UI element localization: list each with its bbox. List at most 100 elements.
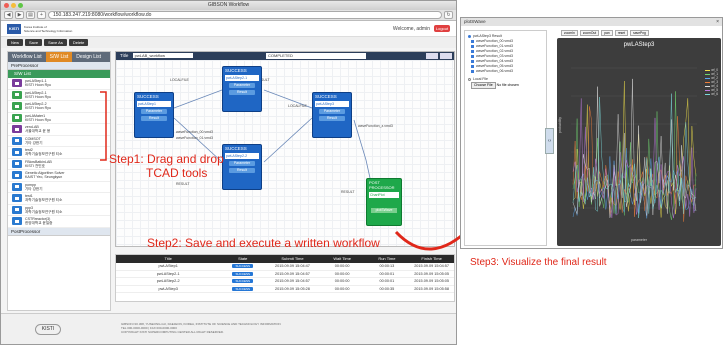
table-row[interactable]: pwLAStep2-2 SUCCESS 2015.09.09 15:04:57 00:… <box>116 278 454 286</box>
node-name: pwLAStep3 <box>315 101 349 107</box>
table-cell: pwLAStep3 <box>158 286 178 291</box>
list-item[interactable]: test2 과학기술정보연구원 티소 <box>8 147 110 159</box>
x-axis-label: parameter <box>631 238 647 242</box>
table-cell: pwLAStep1 <box>158 264 178 268</box>
collapse-toggle[interactable]: ‹› <box>545 128 554 154</box>
tool-org: KISTI Hoon Ryu <box>25 94 51 99</box>
kisti-logo: KISTI <box>7 23 21 34</box>
table-cell: 2015.09.09 15:04:57 <box>275 271 310 276</box>
list-item[interactable]: CSTRreactor(3) 한양대학교 윤일중 <box>8 216 110 228</box>
legend-label: wf_6 <box>711 92 718 96</box>
step1-label: Step1: Drag and drop TCAD tools <box>109 152 224 180</box>
tab-workflow-list[interactable]: Workflow List <box>8 52 46 62</box>
y-axis-label: probability <box>558 117 562 133</box>
table-cell: 00:00:35 <box>379 286 395 291</box>
list-item[interactable]: ppp3 과학기술정보연구원 티소 <box>8 205 110 216</box>
delete-button[interactable]: Delete <box>68 39 89 46</box>
table-row[interactable]: pwLAStep1 SUCCESS 2015.09.09 15:04:47 00:00… <box>116 263 454 271</box>
window-controls[interactable] <box>4 3 23 8</box>
node-pwlastep3[interactable]: SUCCESS pwLAStep3 Parameter Result <box>312 92 352 138</box>
list-item[interactable]: pompp 기타 강한기 <box>8 182 110 193</box>
forward-icon[interactable]: ▶ <box>15 11 24 19</box>
column-header[interactable]: Run Time <box>365 255 410 263</box>
checkbox-icon <box>471 50 474 53</box>
tool-org: 과학기술정보연구원 티소 <box>25 209 63 214</box>
plot-tool-button[interactable]: zoomOut <box>579 30 600 36</box>
list-item[interactable]: COMSOT 기타 강한기 <box>8 136 110 147</box>
tool-org: KISTI 천민호 <box>25 163 45 168</box>
node-parameter-button[interactable]: Parameter <box>229 161 255 166</box>
plot-tool-button[interactable]: reset <box>614 30 629 36</box>
node-parameter-button[interactable]: Parameter <box>319 109 345 114</box>
node-result-button[interactable]: Result <box>141 116 167 121</box>
sidebar-tabs: Workflow List S/W List Design List <box>8 52 110 62</box>
save-button[interactable]: Save <box>25 39 43 46</box>
node-parameter-button[interactable]: Parameter <box>141 109 167 114</box>
node-pwlastep2-1[interactable]: SUCCESS pwLAStep2-1 Parameter Result <box>222 66 262 112</box>
logout-button[interactable]: Logout <box>434 25 450 32</box>
post-node-button[interactable]: plotSWave <box>371 208 397 213</box>
table-row[interactable]: pwLAStep2-1 SUCCESS 2015.09.09 15:04:57 00:… <box>116 271 454 278</box>
tab-sw-list[interactable]: S/W List <box>45 52 73 62</box>
edge-1 <box>173 89 223 109</box>
legend-entry[interactable]: wf_6 <box>705 92 718 96</box>
save-as-button[interactable]: Save As <box>44 39 67 46</box>
maximize-window-icon[interactable] <box>18 3 23 8</box>
minimize-window-icon[interactable] <box>11 3 16 8</box>
column-header[interactable]: Wait Time <box>320 255 365 263</box>
column-header[interactable]: Title <box>116 255 220 263</box>
list-item[interactable]: pwLAStep2-2 KISTI Hoon Ryu <box>8 101 110 113</box>
tool-text: zeroLAB 서울대학교 윤 용 <box>25 125 50 133</box>
list-item[interactable]: zeroLAB 서울대학교 윤 용 <box>8 124 110 136</box>
plot-tool-button[interactable]: pan <box>601 30 613 36</box>
run-button[interactable] <box>426 53 438 59</box>
list-item[interactable]: Genetic Algorithm Solver KAIST Yeo, Seung… <box>8 170 110 182</box>
node-result-button[interactable]: Result <box>319 116 345 121</box>
tab-design-list[interactable]: Design List <box>72 52 105 62</box>
choose-file-button[interactable]: Choose File <box>471 82 496 89</box>
stop-button[interactable] <box>440 53 452 59</box>
tool-text: test2 과학기술정보연구원 티소 <box>25 148 62 156</box>
reload-icon[interactable]: ↻ <box>444 11 453 19</box>
node-state: SUCCESS <box>315 94 337 99</box>
column-header[interactable]: Submit Time <box>265 255 320 263</box>
file-list: waveFunction_00.vmd3 waveFunction_01.vmd3… <box>465 39 546 74</box>
new-button[interactable]: New <box>7 39 24 46</box>
column-header[interactable]: State <box>220 255 265 263</box>
close-window-icon[interactable] <box>4 3 9 8</box>
address-bar[interactable]: 150.183.247.219:8080/workflow/workflow.d… <box>48 11 442 19</box>
column-header[interactable]: Finish Time <box>409 255 454 263</box>
group-preprocessor[interactable]: PreProcessor <box>8 62 110 70</box>
subgroup-sw-list[interactable]: S/W List <box>8 70 110 78</box>
checkbox-icon <box>471 60 474 63</box>
node-state: SUCCESS <box>225 68 247 73</box>
list-item[interactable]: test1 과학기술정보연구원 티소 <box>8 193 110 205</box>
node-result-button[interactable]: Result <box>229 168 255 173</box>
list-item[interactable]: pwLAStep2-1 KISTI Hoon Ryu <box>8 90 110 101</box>
node-pwlastep1[interactable]: SUCCESS pwLAStep1 Parameter Result <box>134 92 174 138</box>
list-item[interactable]: pwLAMater1 KISTI Hoon Ryu <box>8 113 110 124</box>
list-item[interactable]: pwLAStep1-1 KISTI Hoon Ryu <box>8 78 110 90</box>
node-post-processor[interactable]: POST PROCESSOR ChartPlot plotSWave <box>366 178 402 226</box>
add-tab-icon[interactable]: + <box>37 11 46 19</box>
checkbox-icon <box>471 45 474 48</box>
plot-tool-button[interactable]: savePng <box>630 30 649 36</box>
panel-title: plotSWave × <box>461 18 722 26</box>
table-cell: SUCCESS <box>220 286 265 293</box>
node-result-button[interactable]: Result <box>229 90 255 95</box>
node-parameter-button[interactable]: Parameter <box>229 83 255 88</box>
bookmarks-icon[interactable]: ▤ <box>26 11 35 19</box>
file-checkbox[interactable]: waveFunction_06.vmd3 <box>465 69 546 74</box>
post-node-title: POST PROCESSOR <box>369 180 395 190</box>
close-icon[interactable]: × <box>716 18 719 26</box>
tool-org: 한양대학교 윤일중 <box>25 221 53 226</box>
site-footer: KISTI GIBSON NO.308, YUSEONG-GU, DAEJEON… <box>1 313 456 344</box>
status-badge: SUCCESS <box>232 279 253 283</box>
back-icon[interactable]: ◀ <box>4 11 13 19</box>
group-postprocessor[interactable]: PostProcessor <box>8 227 110 236</box>
node-pwlastep2-2[interactable]: SUCCESS pwLAStep2-2 Parameter Result <box>222 144 262 190</box>
workflow-name-field[interactable]: pwLAB_workflow <box>132 53 193 58</box>
table-row[interactable]: pwLAStep3 SUCCESS 2015.09.09 15:05:28 00:00… <box>116 286 454 293</box>
plot-tool-button[interactable]: zoomIn <box>561 30 578 36</box>
list-item[interactable]: FBlowBatkinLAB KISTI 천민호 <box>8 159 110 170</box>
